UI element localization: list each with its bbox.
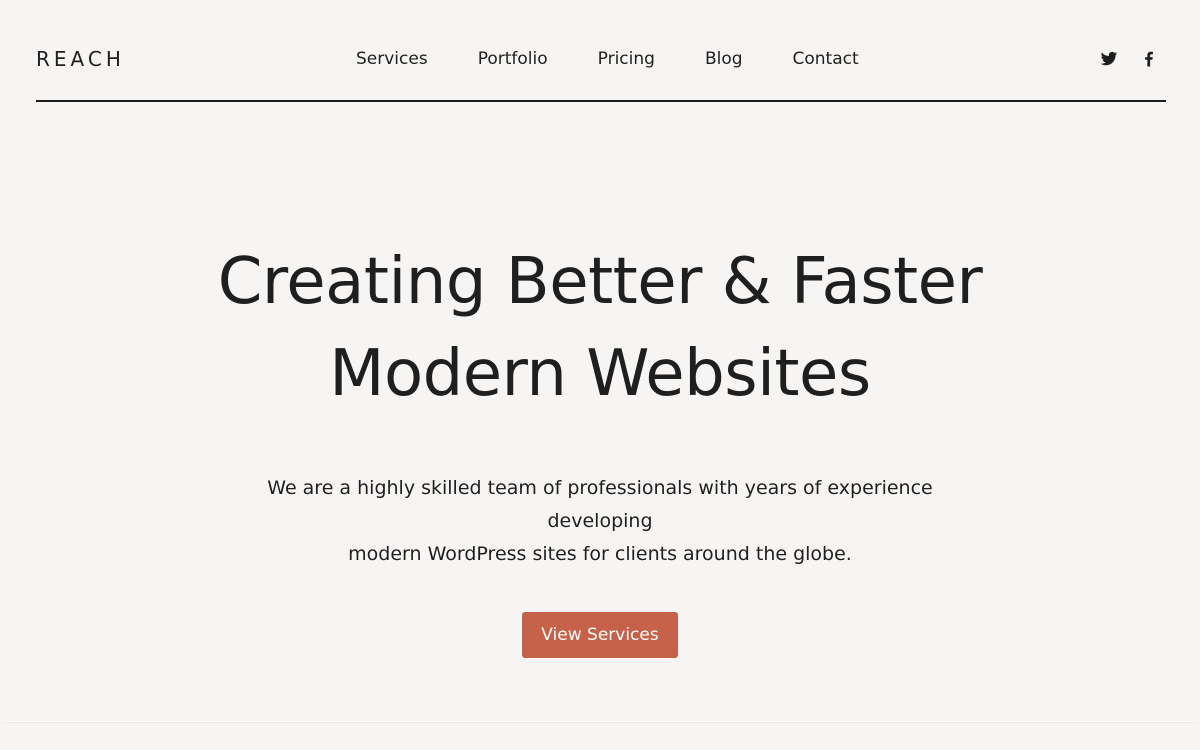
hero-title: Creating Better & Faster Modern Websites: [0, 236, 1200, 420]
hero-description: We are a highly skilled team of professi…: [220, 472, 980, 571]
nav-link-services[interactable]: Services: [356, 49, 428, 69]
hero-title-line2: Modern Websites: [329, 337, 871, 411]
site-logo[interactable]: REACH: [36, 47, 125, 71]
hero-section: Creating Better & Faster Modern Websites…: [0, 236, 1200, 658]
nav-link-pricing[interactable]: Pricing: [598, 49, 655, 69]
social-links: [1100, 50, 1158, 68]
hero-description-line2: modern WordPress sites for clients aroun…: [348, 543, 852, 565]
nav-link-blog[interactable]: Blog: [705, 49, 743, 69]
hero-title-line1: Creating Better & Faster: [217, 245, 983, 319]
main-nav: Services Portfolio Pricing Blog Contact: [356, 49, 909, 69]
section-divider: [2, 721, 1198, 723]
facebook-icon[interactable]: [1140, 50, 1158, 68]
hero-description-line1: We are a highly skilled team of professi…: [267, 477, 933, 532]
site-header: REACH Services Portfolio Pricing Blog Co…: [36, 0, 1166, 102]
twitter-icon[interactable]: [1100, 50, 1118, 68]
nav-link-portfolio[interactable]: Portfolio: [478, 49, 548, 69]
view-services-button[interactable]: View Services: [522, 612, 678, 658]
nav-link-contact[interactable]: Contact: [793, 49, 859, 69]
